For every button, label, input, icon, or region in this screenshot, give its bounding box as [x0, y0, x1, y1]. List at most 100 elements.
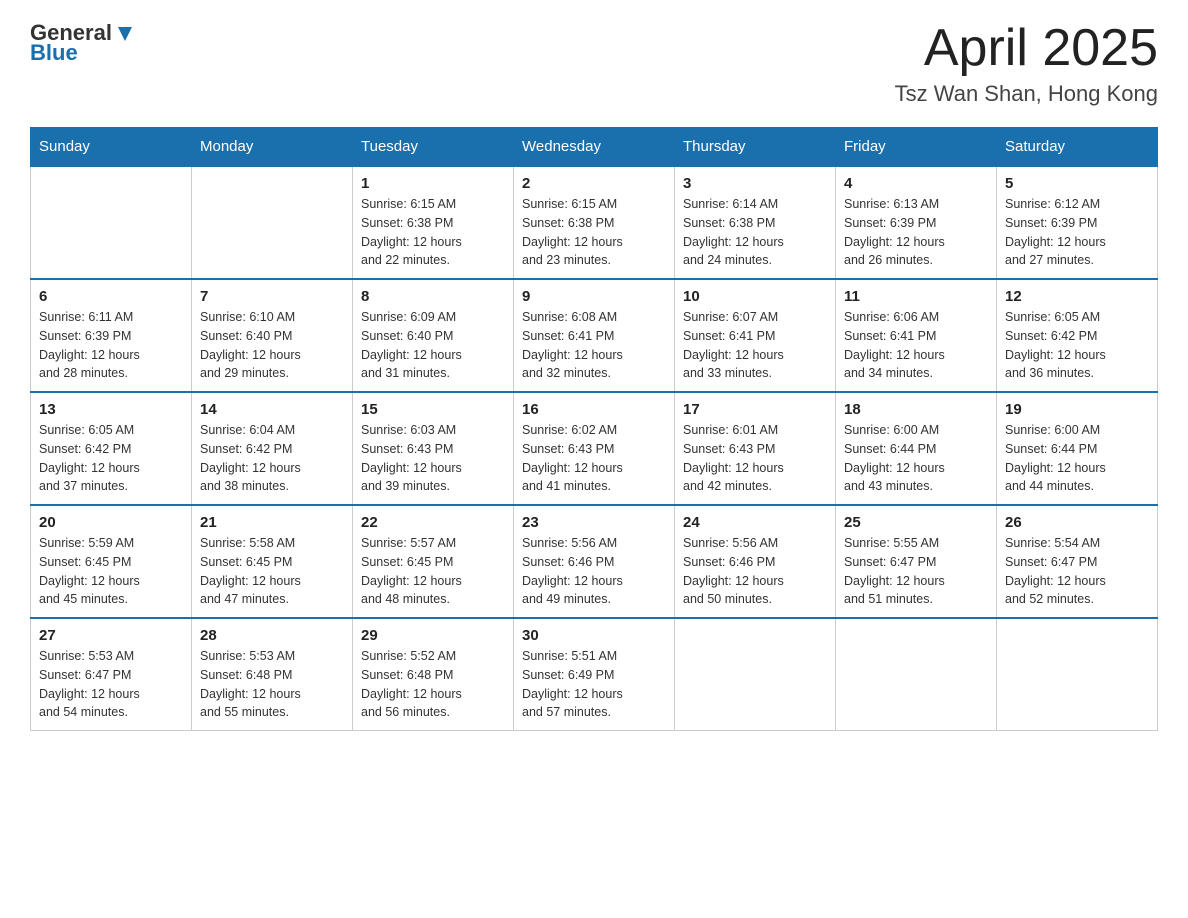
calendar-cell: 17 Sunrise: 6:01 AM Sunset: 6:43 PM Dayli…	[675, 392, 836, 505]
logo-blue: Blue	[30, 40, 78, 66]
calendar-header-row: SundayMondayTuesdayWednesdayThursdayFrid…	[31, 128, 1158, 167]
day-number: 29	[361, 627, 505, 644]
calendar-cell: 3 Sunrise: 6:14 AM Sunset: 6:38 PM Daylig…	[675, 166, 836, 279]
day-number: 24	[683, 514, 827, 531]
calendar-cell	[836, 618, 997, 731]
day-info: Sunrise: 6:13 AM Sunset: 6:39 PM Dayligh…	[844, 195, 988, 270]
logo-triangle-icon	[114, 23, 136, 45]
day-number: 5	[1005, 175, 1149, 192]
day-info: Sunrise: 6:02 AM Sunset: 6:43 PM Dayligh…	[522, 421, 666, 496]
title-block: April 2025 Tsz Wan Shan, Hong Kong	[895, 20, 1158, 107]
day-number: 19	[1005, 401, 1149, 418]
day-info: Sunrise: 6:00 AM Sunset: 6:44 PM Dayligh…	[1005, 421, 1149, 496]
header-day-thursday: Thursday	[675, 128, 836, 167]
calendar-cell: 24 Sunrise: 5:56 AM Sunset: 6:46 PM Dayli…	[675, 505, 836, 618]
calendar-cell: 18 Sunrise: 6:00 AM Sunset: 6:44 PM Dayli…	[836, 392, 997, 505]
calendar-cell	[675, 618, 836, 731]
day-number: 25	[844, 514, 988, 531]
calendar-week-row: 13 Sunrise: 6:05 AM Sunset: 6:42 PM Dayli…	[31, 392, 1158, 505]
day-info: Sunrise: 5:57 AM Sunset: 6:45 PM Dayligh…	[361, 534, 505, 609]
day-number: 30	[522, 627, 666, 644]
calendar-cell: 25 Sunrise: 5:55 AM Sunset: 6:47 PM Dayli…	[836, 505, 997, 618]
day-number: 4	[844, 175, 988, 192]
day-number: 12	[1005, 288, 1149, 305]
calendar-cell	[31, 166, 192, 279]
header-day-sunday: Sunday	[31, 128, 192, 167]
calendar-cell: 12 Sunrise: 6:05 AM Sunset: 6:42 PM Dayli…	[997, 279, 1158, 392]
day-number: 9	[522, 288, 666, 305]
calendar-cell	[997, 618, 1158, 731]
day-info: Sunrise: 6:01 AM Sunset: 6:43 PM Dayligh…	[683, 421, 827, 496]
calendar-week-row: 20Sunrise: 5:59 AM Sunset: 6:45 PM Dayli…	[31, 505, 1158, 618]
day-number: 2	[522, 175, 666, 192]
calendar-cell: 21Sunrise: 5:58 AM Sunset: 6:45 PM Dayli…	[192, 505, 353, 618]
day-info: Sunrise: 5:51 AM Sunset: 6:49 PM Dayligh…	[522, 647, 666, 722]
day-number: 3	[683, 175, 827, 192]
calendar-week-row: 6 Sunrise: 6:11 AM Sunset: 6:39 PM Daylig…	[31, 279, 1158, 392]
calendar-cell	[192, 166, 353, 279]
calendar-cell: 13 Sunrise: 6:05 AM Sunset: 6:42 PM Dayli…	[31, 392, 192, 505]
day-number: 20	[39, 514, 183, 531]
day-info: Sunrise: 6:05 AM Sunset: 6:42 PM Dayligh…	[1005, 308, 1149, 383]
day-info: Sunrise: 5:55 AM Sunset: 6:47 PM Dayligh…	[844, 534, 988, 609]
day-number: 18	[844, 401, 988, 418]
day-number: 17	[683, 401, 827, 418]
header-day-friday: Friday	[836, 128, 997, 167]
calendar-cell: 29 Sunrise: 5:52 AM Sunset: 6:48 PM Dayli…	[353, 618, 514, 731]
day-number: 13	[39, 401, 183, 418]
day-info: Sunrise: 5:53 AM Sunset: 6:47 PM Dayligh…	[39, 647, 183, 722]
day-info: Sunrise: 6:10 AM Sunset: 6:40 PM Dayligh…	[200, 308, 344, 383]
header-day-tuesday: Tuesday	[353, 128, 514, 167]
month-year-title: April 2025	[895, 20, 1158, 77]
day-info: Sunrise: 6:06 AM Sunset: 6:41 PM Dayligh…	[844, 308, 988, 383]
day-number: 28	[200, 627, 344, 644]
calendar-cell: 1Sunrise: 6:15 AM Sunset: 6:38 PM Daylig…	[353, 166, 514, 279]
day-info: Sunrise: 6:05 AM Sunset: 6:42 PM Dayligh…	[39, 421, 183, 496]
day-number: 6	[39, 288, 183, 305]
calendar-cell: 10Sunrise: 6:07 AM Sunset: 6:41 PM Dayli…	[675, 279, 836, 392]
day-info: Sunrise: 6:12 AM Sunset: 6:39 PM Dayligh…	[1005, 195, 1149, 270]
day-info: Sunrise: 5:56 AM Sunset: 6:46 PM Dayligh…	[683, 534, 827, 609]
day-info: Sunrise: 6:11 AM Sunset: 6:39 PM Dayligh…	[39, 308, 183, 383]
day-number: 11	[844, 288, 988, 305]
day-info: Sunrise: 6:08 AM Sunset: 6:41 PM Dayligh…	[522, 308, 666, 383]
header-day-wednesday: Wednesday	[514, 128, 675, 167]
calendar-cell: 14Sunrise: 6:04 AM Sunset: 6:42 PM Dayli…	[192, 392, 353, 505]
day-number: 23	[522, 514, 666, 531]
calendar-cell: 6 Sunrise: 6:11 AM Sunset: 6:39 PM Daylig…	[31, 279, 192, 392]
calendar-cell: 7 Sunrise: 6:10 AM Sunset: 6:40 PM Daylig…	[192, 279, 353, 392]
day-number: 21	[200, 514, 344, 531]
calendar-cell: 16 Sunrise: 6:02 AM Sunset: 6:43 PM Dayli…	[514, 392, 675, 505]
calendar-cell: 2Sunrise: 6:15 AM Sunset: 6:38 PM Daylig…	[514, 166, 675, 279]
day-number: 15	[361, 401, 505, 418]
day-number: 7	[200, 288, 344, 305]
header-day-saturday: Saturday	[997, 128, 1158, 167]
day-info: Sunrise: 6:09 AM Sunset: 6:40 PM Dayligh…	[361, 308, 505, 383]
day-number: 22	[361, 514, 505, 531]
day-info: Sunrise: 6:15 AM Sunset: 6:38 PM Dayligh…	[361, 195, 505, 270]
calendar-week-row: 1Sunrise: 6:15 AM Sunset: 6:38 PM Daylig…	[31, 166, 1158, 279]
calendar-cell: 26 Sunrise: 5:54 AM Sunset: 6:47 PM Dayli…	[997, 505, 1158, 618]
calendar-cell: 11 Sunrise: 6:06 AM Sunset: 6:41 PM Dayli…	[836, 279, 997, 392]
calendar-cell: 4 Sunrise: 6:13 AM Sunset: 6:39 PM Daylig…	[836, 166, 997, 279]
day-info: Sunrise: 5:54 AM Sunset: 6:47 PM Dayligh…	[1005, 534, 1149, 609]
calendar-table: SundayMondayTuesdayWednesdayThursdayFrid…	[30, 127, 1158, 731]
day-number: 16	[522, 401, 666, 418]
calendar-cell: 5 Sunrise: 6:12 AM Sunset: 6:39 PM Daylig…	[997, 166, 1158, 279]
calendar-cell: 8 Sunrise: 6:09 AM Sunset: 6:40 PM Daylig…	[353, 279, 514, 392]
calendar-cell: 15Sunrise: 6:03 AM Sunset: 6:43 PM Dayli…	[353, 392, 514, 505]
calendar-cell: 20Sunrise: 5:59 AM Sunset: 6:45 PM Dayli…	[31, 505, 192, 618]
day-info: Sunrise: 6:00 AM Sunset: 6:44 PM Dayligh…	[844, 421, 988, 496]
calendar-cell: 23 Sunrise: 5:56 AM Sunset: 6:46 PM Dayli…	[514, 505, 675, 618]
day-number: 8	[361, 288, 505, 305]
day-info: Sunrise: 5:53 AM Sunset: 6:48 PM Dayligh…	[200, 647, 344, 722]
day-info: Sunrise: 6:14 AM Sunset: 6:38 PM Dayligh…	[683, 195, 827, 270]
day-info: Sunrise: 5:52 AM Sunset: 6:48 PM Dayligh…	[361, 647, 505, 722]
calendar-cell: 27Sunrise: 5:53 AM Sunset: 6:47 PM Dayli…	[31, 618, 192, 731]
day-number: 26	[1005, 514, 1149, 531]
page-header: General Blue April 2025 Tsz Wan Shan, Ho…	[30, 20, 1158, 107]
header-day-monday: Monday	[192, 128, 353, 167]
day-number: 14	[200, 401, 344, 418]
day-info: Sunrise: 5:56 AM Sunset: 6:46 PM Dayligh…	[522, 534, 666, 609]
location-subtitle: Tsz Wan Shan, Hong Kong	[895, 81, 1158, 107]
